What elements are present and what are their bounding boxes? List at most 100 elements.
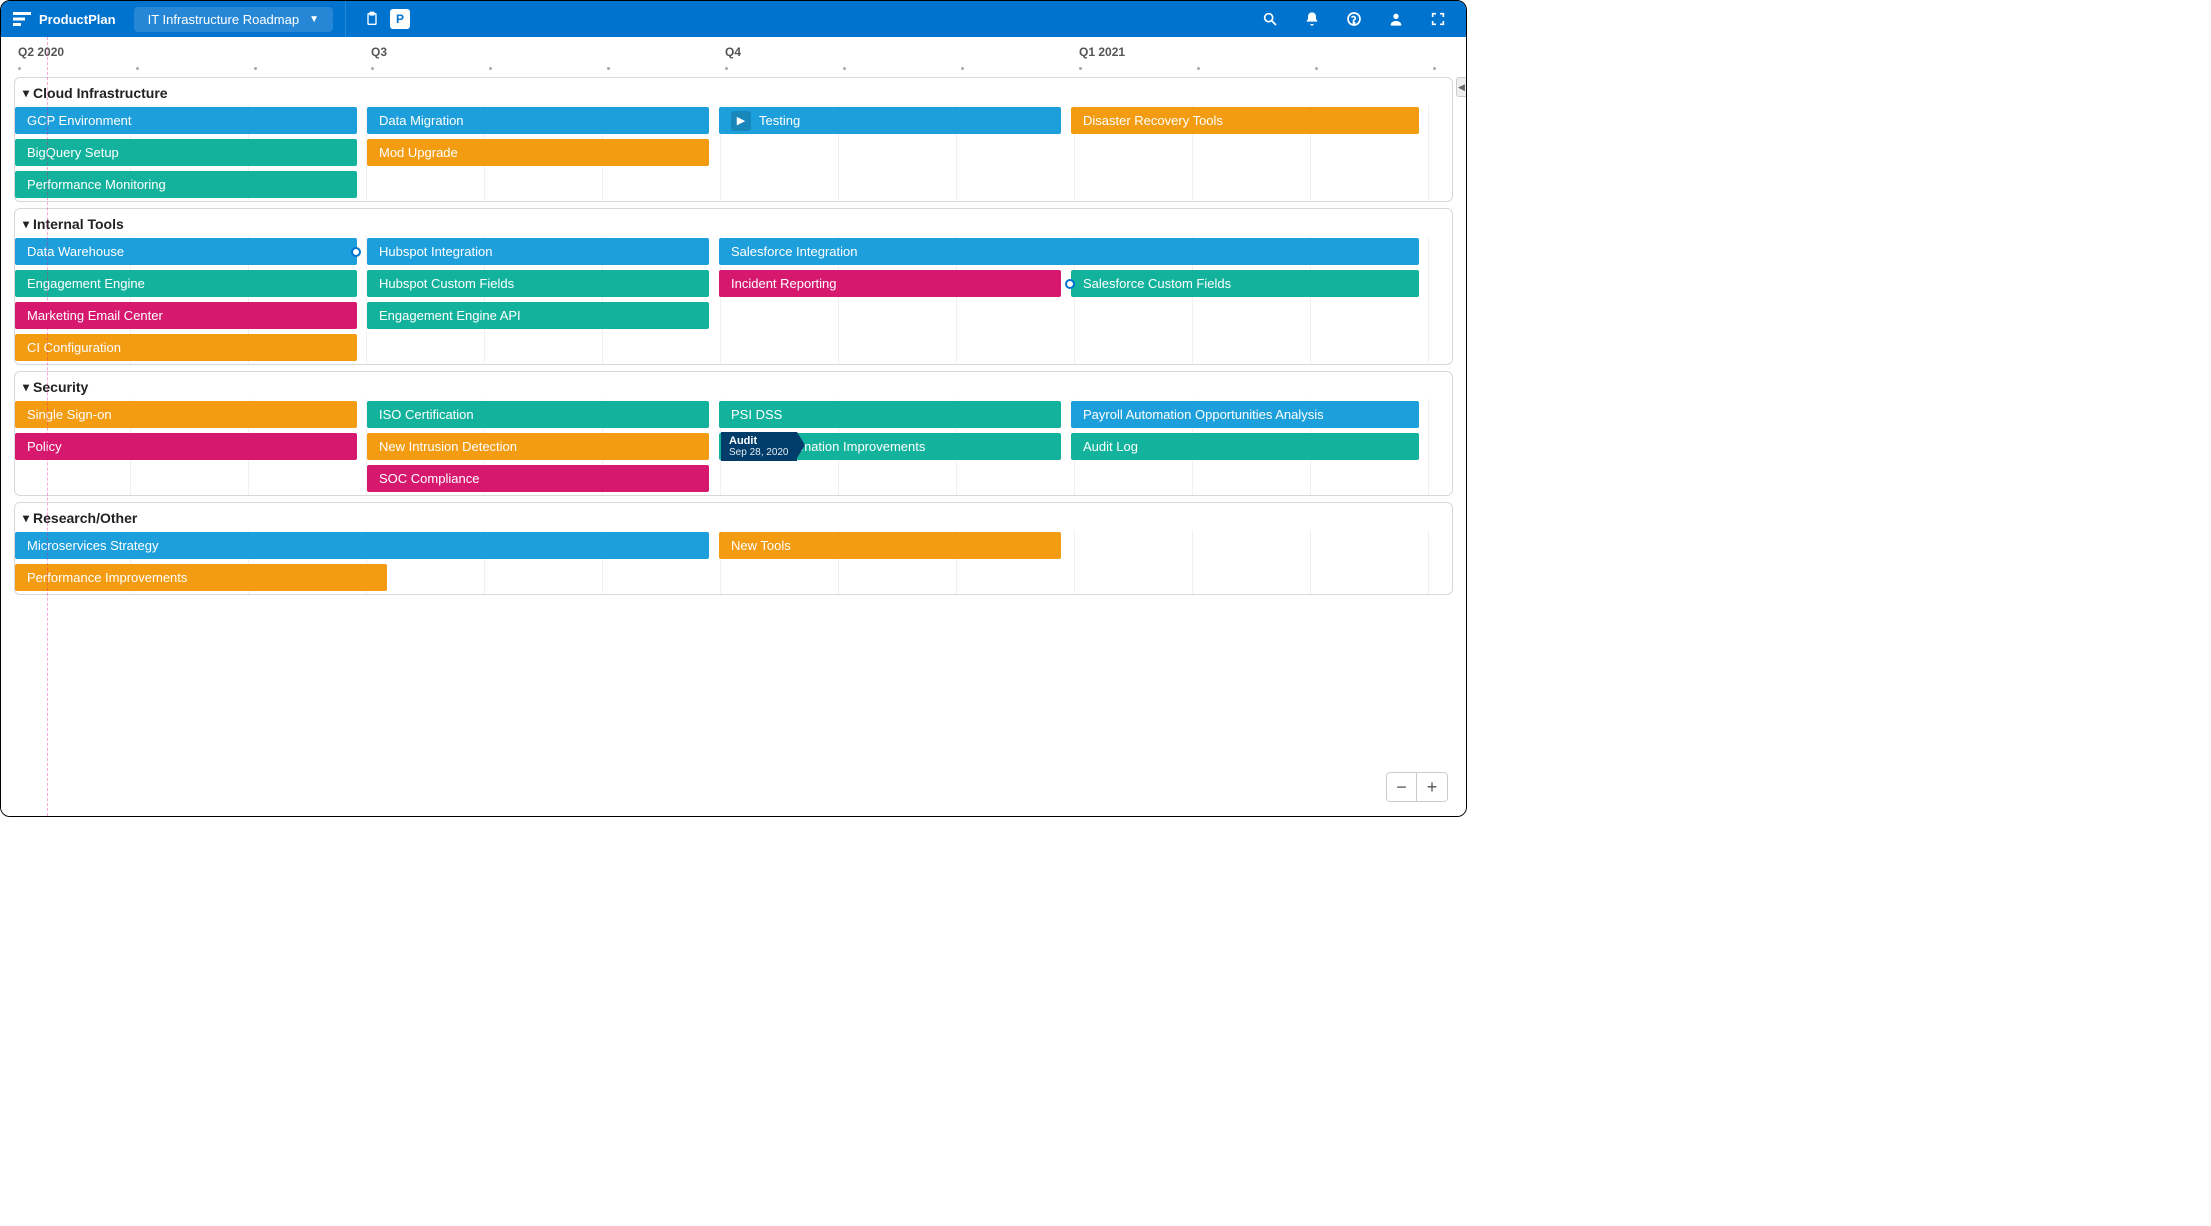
- roadmap-bar[interactable]: Payroll Automation Opportunities Analysi…: [1071, 401, 1419, 428]
- roadmap-bar[interactable]: Performance Monitoring: [15, 171, 357, 198]
- milestone-flag[interactable]: Audit Sep 28, 2020: [721, 432, 797, 461]
- roadmap-canvas[interactable]: ◀ Q2 2020Q3Q4Q1 2021 ▾Cloud Infrastructu…: [1, 37, 1466, 816]
- plan-name: IT Infrastructure Roadmap: [148, 12, 300, 27]
- roadmap-bar[interactable]: Microservices Strategy: [15, 532, 709, 559]
- bar-label: PSI DSS: [731, 407, 782, 422]
- tick: [843, 67, 846, 70]
- roadmap-bar[interactable]: Single Sign-on: [15, 401, 357, 428]
- user-icon[interactable]: [1382, 5, 1410, 33]
- bar-label: CI Configuration: [27, 340, 121, 355]
- tick: [1079, 67, 1082, 70]
- roadmap-bar[interactable]: Engagement Engine API: [367, 302, 709, 329]
- lane-row: SOC Compliance: [15, 463, 1452, 495]
- lane-header[interactable]: ▾Research/Other: [15, 503, 1452, 530]
- expand-icon[interactable]: ▶: [731, 111, 751, 131]
- bar-label: Policy: [27, 439, 62, 454]
- divider: [345, 1, 346, 37]
- tick: [18, 67, 21, 70]
- roadmap-bar[interactable]: GCP Environment: [15, 107, 357, 134]
- roadmap-bar[interactable]: ISO Certification: [367, 401, 709, 428]
- roadmap-bar[interactable]: Disaster Recovery Tools: [1071, 107, 1419, 134]
- lane-header[interactable]: ▾ Cloud Infrastructure: [15, 78, 1452, 105]
- dependency-dot-icon[interactable]: [351, 247, 361, 257]
- chevron-down-icon: ▾: [23, 217, 29, 231]
- tick: [725, 67, 728, 70]
- bar-label: Hubspot Integration: [379, 244, 492, 259]
- search-icon[interactable]: [1256, 5, 1284, 33]
- bell-icon[interactable]: [1298, 5, 1326, 33]
- productplan-logo-icon: [13, 12, 31, 26]
- roadmap-bar[interactable]: Data Migration: [367, 107, 709, 134]
- side-panel-toggle[interactable]: ◀: [1456, 77, 1466, 97]
- lane-row: Marketing Email Center Engagement Engine …: [15, 300, 1452, 332]
- roadmap-bar[interactable]: PSI DSS: [719, 401, 1061, 428]
- brand-logo[interactable]: ProductPlan: [1, 12, 128, 27]
- bar-label: Performance Improvements: [27, 570, 187, 585]
- clipboard-icon[interactable]: [358, 5, 386, 33]
- bar-label: Engagement Engine: [27, 276, 145, 291]
- roadmap-bar[interactable]: Policy: [15, 433, 357, 460]
- lane: ▾Research/Other Microservices Strategy New…: [14, 502, 1453, 595]
- roadmap-bar[interactable]: New Intrusion Detection: [367, 433, 709, 460]
- parking-lot-button[interactable]: P: [386, 5, 414, 33]
- roadmap-bar[interactable]: Audit Log: [1071, 433, 1419, 460]
- lane: ▾ Internal Tools Data Warehouse Hubspot Int…: [14, 208, 1453, 365]
- tick: [489, 67, 492, 70]
- lane-row: BigQuery Setup Mod Upgrade: [15, 137, 1452, 169]
- roadmap-bar[interactable]: SOC Compliance: [367, 465, 709, 492]
- lane-body: Data Warehouse Hubspot Integration Salesfo…: [15, 236, 1452, 364]
- lane-row: Engagement Engine Hubspot Custom Fields In…: [15, 268, 1452, 300]
- lane-title: Cloud Infrastructure: [33, 85, 168, 101]
- bar-label: Hubspot Custom Fields: [379, 276, 514, 291]
- bar-label: Microservices Strategy: [27, 538, 158, 553]
- dependency-dot-icon[interactable]: [1065, 279, 1075, 289]
- roadmap-bar[interactable]: New Tools: [719, 532, 1061, 559]
- bar-label: Mod Upgrade: [379, 145, 458, 160]
- time-label: Q4: [725, 45, 741, 59]
- lane-row: Microservices Strategy New Tools: [15, 530, 1452, 562]
- roadmap-bar[interactable]: ▶Testing: [719, 107, 1061, 134]
- bar-label: Engagement Engine API: [379, 308, 521, 323]
- roadmap-bar[interactable]: BigQuery Setup: [15, 139, 357, 166]
- milestone-date: Sep 28, 2020: [729, 447, 789, 458]
- roadmap-bar[interactable]: Hubspot Custom Fields: [367, 270, 709, 297]
- lane-header[interactable]: ▾ Internal Tools: [15, 209, 1452, 236]
- zoom-out-button[interactable]: −: [1387, 773, 1417, 801]
- bar-label: Payroll Automation Opportunities Analysi…: [1083, 407, 1324, 422]
- roadmap-bar[interactable]: Data Warehouse: [15, 238, 357, 265]
- brand-name: ProductPlan: [39, 12, 116, 27]
- lane-title: Internal Tools: [33, 216, 124, 232]
- help-icon[interactable]: [1340, 5, 1368, 33]
- bar-label: New Intrusion Detection: [379, 439, 517, 454]
- bar-label: Data Migration: [379, 113, 464, 128]
- bar-label: Marketing Email Center: [27, 308, 163, 323]
- zoom-controls: − +: [1386, 772, 1448, 802]
- roadmap-bar[interactable]: Incident Reporting: [719, 270, 1061, 297]
- roadmap-bar[interactable]: Hubspot Integration: [367, 238, 709, 265]
- bar-label: BigQuery Setup: [27, 145, 119, 160]
- milestone-name: Audit: [729, 435, 789, 447]
- fullscreen-icon[interactable]: [1424, 5, 1452, 33]
- roadmap-bar[interactable]: CI Configuration: [15, 334, 357, 361]
- roadmap-bar[interactable]: Engagement Engine: [15, 270, 357, 297]
- p-badge: P: [390, 9, 410, 29]
- caret-down-icon: ▼: [309, 14, 319, 25]
- roadmap-bar[interactable]: Salesforce Integration: [719, 238, 1419, 265]
- lane-title: Security: [33, 379, 88, 395]
- topbar: ProductPlan IT Infrastructure Roadmap ▼ …: [1, 1, 1466, 37]
- roadmap-bar[interactable]: Salesforce Custom Fields: [1071, 270, 1419, 297]
- plan-selector[interactable]: IT Infrastructure Roadmap ▼: [134, 7, 333, 32]
- bar-label: Performance Monitoring: [27, 177, 166, 192]
- roadmap-bar[interactable]: Mod Upgrade: [367, 139, 709, 166]
- bar-label: Salesforce Custom Fields: [1083, 276, 1231, 291]
- chevron-down-icon: ▾: [23, 86, 29, 100]
- tick: [607, 67, 610, 70]
- lane-row: Single Sign-on ISO Certification PSI DSS Pa…: [15, 399, 1452, 431]
- roadmap-bar[interactable]: Performance Improvements: [15, 564, 387, 591]
- bar-label: Single Sign-on: [27, 407, 112, 422]
- zoom-in-button[interactable]: +: [1417, 773, 1447, 801]
- lane-header[interactable]: ▾Security: [15, 372, 1452, 399]
- time-label: Q3: [371, 45, 387, 59]
- tick: [371, 67, 374, 70]
- roadmap-bar[interactable]: Marketing Email Center: [15, 302, 357, 329]
